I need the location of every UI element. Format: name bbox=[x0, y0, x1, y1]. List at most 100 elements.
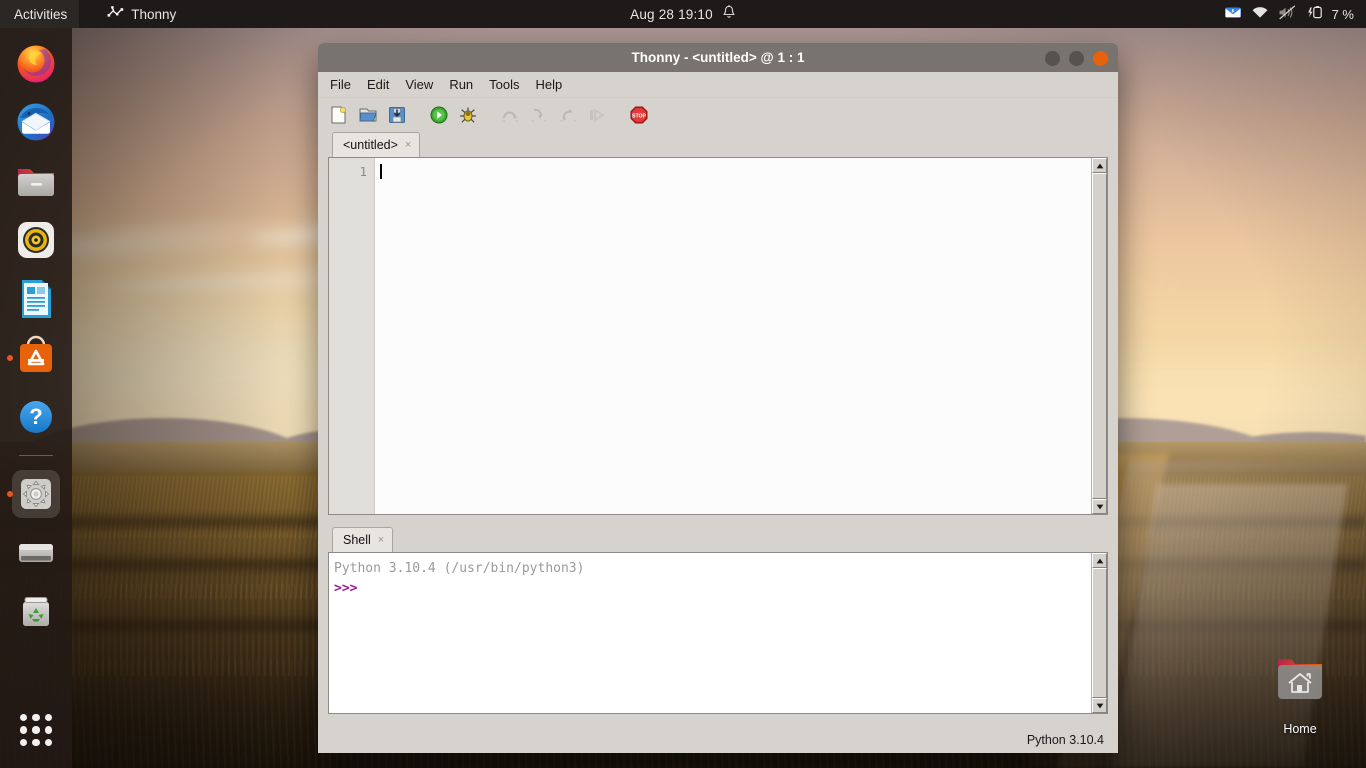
debug-bug-icon bbox=[460, 107, 476, 123]
battery-charging-icon bbox=[1306, 5, 1323, 23]
dock-item-trash[interactable] bbox=[12, 588, 60, 636]
debug-button[interactable] bbox=[455, 102, 481, 128]
grid-dot bbox=[44, 726, 52, 734]
scrollbar-thumb[interactable] bbox=[1092, 173, 1107, 499]
resume-icon bbox=[590, 108, 605, 122]
grid-dot bbox=[20, 738, 28, 746]
menu-file[interactable]: File bbox=[322, 74, 359, 95]
run-play-icon bbox=[430, 106, 448, 124]
notification-bell-icon bbox=[722, 4, 736, 23]
shell-pane: Python 3.10.4 (/usr/bin/python3) >>> bbox=[328, 552, 1108, 714]
step-into-icon bbox=[531, 108, 547, 122]
stop-sign-icon: STOP bbox=[630, 106, 648, 124]
battery-percent-label: 7 % bbox=[1331, 6, 1354, 22]
shell-text-area[interactable]: Python 3.10.4 (/usr/bin/python3) >>> bbox=[329, 553, 1091, 713]
grid-dot bbox=[20, 726, 28, 734]
dock-item-ubuntu-software[interactable] bbox=[7, 334, 60, 382]
step-out-button[interactable] bbox=[555, 102, 581, 128]
scrollbar-track[interactable] bbox=[1092, 568, 1107, 698]
grid-dot bbox=[44, 738, 52, 746]
window-title: Thonny - <untitled> @ 1 : 1 bbox=[631, 50, 805, 65]
editor-pane: 1 bbox=[328, 157, 1108, 515]
show-applications-button[interactable] bbox=[12, 706, 60, 754]
maximize-button[interactable] bbox=[1069, 50, 1084, 66]
close-button[interactable] bbox=[1093, 50, 1108, 66]
grid-dot bbox=[32, 714, 40, 722]
step-into-button[interactable] bbox=[526, 102, 552, 128]
window-titlebar[interactable]: Thonny - <untitled> @ 1 : 1 bbox=[318, 42, 1118, 72]
thonny-window: Thonny - <untitled> @ 1 : 1 File Edit Vi… bbox=[318, 42, 1118, 753]
scrollbar-thumb[interactable] bbox=[1092, 568, 1107, 698]
desktop-icon-label: Home bbox=[1283, 722, 1317, 736]
shell-prompt: >>> bbox=[334, 581, 358, 597]
editor-text-area[interactable] bbox=[375, 158, 1091, 514]
ubuntu-dock: ? bbox=[0, 28, 72, 768]
clock: Aug 28 19:10 bbox=[630, 6, 713, 22]
editor-line-numbers: 1 bbox=[329, 158, 375, 514]
menu-help[interactable]: Help bbox=[528, 74, 571, 95]
scroll-down-arrow-icon[interactable] bbox=[1092, 499, 1107, 514]
desktop-icon-home[interactable]: Home bbox=[1262, 655, 1338, 736]
editor-vertical-scrollbar[interactable] bbox=[1091, 158, 1107, 514]
shell-tab-close-icon[interactable]: × bbox=[378, 534, 384, 546]
dock-item-help[interactable]: ? bbox=[12, 393, 60, 441]
menu-run[interactable]: Run bbox=[441, 74, 481, 95]
activities-button[interactable]: Activities bbox=[0, 0, 80, 28]
shell-tab[interactable]: Shell × bbox=[332, 527, 394, 552]
save-disk-icon bbox=[389, 107, 405, 123]
stop-button[interactable]: STOP bbox=[626, 102, 652, 128]
step-over-button[interactable] bbox=[497, 102, 523, 128]
toolbar: STOP bbox=[318, 98, 1118, 132]
dock-item-firefox[interactable] bbox=[12, 39, 60, 87]
grid-dot bbox=[32, 726, 40, 734]
wifi-icon bbox=[1251, 5, 1269, 23]
dock-item-files[interactable] bbox=[12, 157, 60, 205]
step-over-icon bbox=[502, 111, 518, 122]
run-button[interactable] bbox=[426, 102, 452, 128]
svg-text:?: ? bbox=[29, 404, 42, 429]
scroll-down-arrow-icon[interactable] bbox=[1092, 698, 1107, 713]
dock-item-libreoffice-writer[interactable] bbox=[12, 275, 60, 323]
dock-item-disk[interactable] bbox=[12, 529, 60, 577]
dock-item-thonny[interactable] bbox=[7, 470, 60, 518]
thonny-icon bbox=[107, 5, 124, 23]
running-indicator-dot bbox=[7, 491, 13, 497]
editor-tab-close-icon[interactable]: × bbox=[405, 139, 411, 151]
text-cursor bbox=[380, 164, 382, 179]
editor-tabbar: <untitled> × bbox=[328, 132, 1108, 157]
interpreter-label: Python 3.10.4 bbox=[1026, 733, 1104, 747]
shell-tab-label: Shell bbox=[343, 533, 371, 547]
open-folder-icon bbox=[359, 108, 377, 122]
menu-edit[interactable]: Edit bbox=[359, 74, 397, 95]
app-menu-thonny[interactable]: Thonny bbox=[97, 0, 186, 28]
statusbar: Python 3.10.4 bbox=[318, 727, 1118, 753]
running-indicator-dot bbox=[7, 355, 13, 361]
scroll-up-arrow-icon[interactable] bbox=[1092, 158, 1107, 173]
open-file-button[interactable] bbox=[355, 102, 381, 128]
status-indicators[interactable]: 7 % bbox=[1224, 0, 1366, 28]
gnome-top-bar: Activities Thonny Aug 28 19:10 7 % bbox=[0, 0, 1366, 28]
new-document-icon bbox=[331, 106, 346, 124]
grid-dot bbox=[32, 738, 40, 746]
volume-muted-icon bbox=[1278, 5, 1297, 23]
window-body: <untitled> × 1 Shell × Python 3.10.4 (/u… bbox=[318, 132, 1118, 727]
line-number: 1 bbox=[359, 164, 367, 179]
shell-vertical-scrollbar[interactable] bbox=[1091, 553, 1107, 713]
new-file-button[interactable] bbox=[326, 102, 352, 128]
scrollbar-track[interactable] bbox=[1092, 173, 1107, 499]
dock-item-rhythmbox[interactable] bbox=[12, 216, 60, 264]
shell-tabbar: Shell × bbox=[328, 527, 1108, 552]
save-file-button[interactable] bbox=[384, 102, 410, 128]
menu-view[interactable]: View bbox=[397, 74, 441, 95]
resume-button[interactable] bbox=[584, 102, 610, 128]
menu-tools[interactable]: Tools bbox=[481, 74, 527, 95]
svg-text:STOP: STOP bbox=[632, 113, 647, 119]
dock-item-thunderbird[interactable] bbox=[12, 98, 60, 146]
editor-tab-label: <untitled> bbox=[343, 138, 398, 152]
editor-tab-untitled[interactable]: <untitled> × bbox=[332, 132, 421, 157]
scroll-up-arrow-icon[interactable] bbox=[1092, 553, 1107, 568]
dock-separator bbox=[19, 455, 53, 456]
minimize-button[interactable] bbox=[1045, 50, 1060, 66]
grid-dot bbox=[44, 714, 52, 722]
activities-label: Activities bbox=[14, 6, 68, 22]
